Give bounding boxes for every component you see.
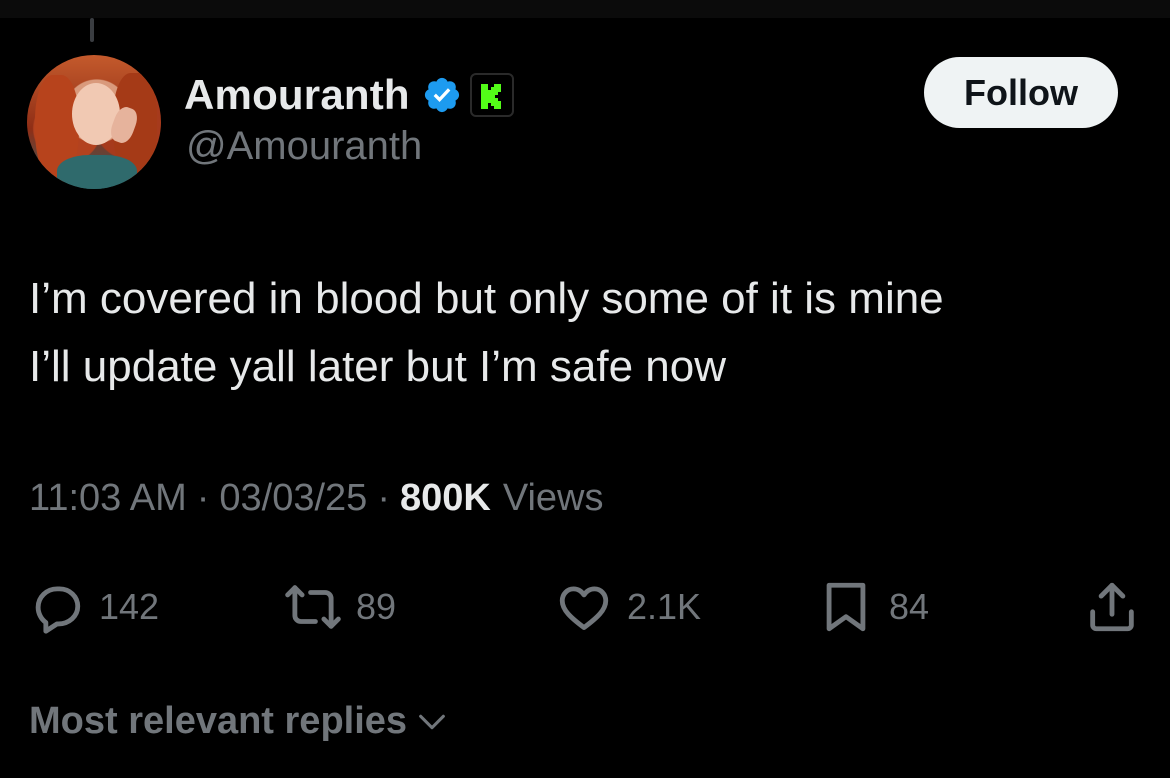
tweet-time[interactable]: 11:03 AM	[29, 477, 187, 520]
avatar[interactable]	[27, 55, 161, 189]
reply-button[interactable]: 142	[27, 572, 159, 642]
replies-sort-dropdown[interactable]: Most relevant replies	[29, 700, 449, 743]
top-strip	[0, 0, 1170, 18]
repost-button[interactable]: 89	[284, 572, 396, 642]
tweet-date[interactable]: 03/03/25	[219, 477, 367, 520]
reply-count: 142	[99, 586, 160, 627]
bookmark-icon	[826, 582, 866, 632]
tweet-line-2: I’ll update yall later but I’m safe now	[29, 342, 727, 391]
kick-badge-icon[interactable]	[469, 73, 514, 117]
action-bar: 142 89 2.1K 84	[0, 572, 1170, 642]
bookmark-button[interactable]: 84	[817, 572, 929, 642]
kick-logo-icon	[480, 84, 501, 109]
avatar-top	[57, 155, 137, 189]
bookmark-count: 84	[889, 586, 930, 627]
replies-sort-label: Most relevant replies	[29, 700, 408, 742]
meta-separator: ·	[377, 477, 390, 519]
repost-icon	[285, 585, 341, 629]
author-handle[interactable]: @Amouranth	[186, 124, 422, 169]
tweet-text: I’m covered in blood but only some of it…	[29, 265, 1139, 401]
thread-line	[90, 18, 94, 42]
heart-icon	[559, 586, 609, 630]
tweet-meta: 11:03 AM · 03/03/25 · 800K Views	[29, 477, 604, 520]
like-count: 2.1K	[627, 586, 702, 627]
verified-badge-icon[interactable]	[422, 75, 462, 115]
display-name[interactable]: Amouranth	[184, 71, 410, 119]
follow-button[interactable]: Follow	[924, 57, 1118, 128]
views-label: Views	[502, 477, 604, 519]
reply-icon	[35, 586, 81, 634]
chevron-down-icon	[419, 714, 445, 729]
views-count: 800K	[399, 477, 491, 519]
meta-separator: ·	[196, 477, 210, 519]
author-name-row: Amouranth	[184, 70, 514, 120]
like-button[interactable]: 2.1K	[555, 572, 701, 642]
share-icon	[1090, 582, 1134, 632]
repost-count: 89	[356, 586, 397, 627]
tweet-line-1: I’m covered in blood but only some of it…	[29, 274, 944, 323]
share-button[interactable]	[1083, 572, 1141, 642]
